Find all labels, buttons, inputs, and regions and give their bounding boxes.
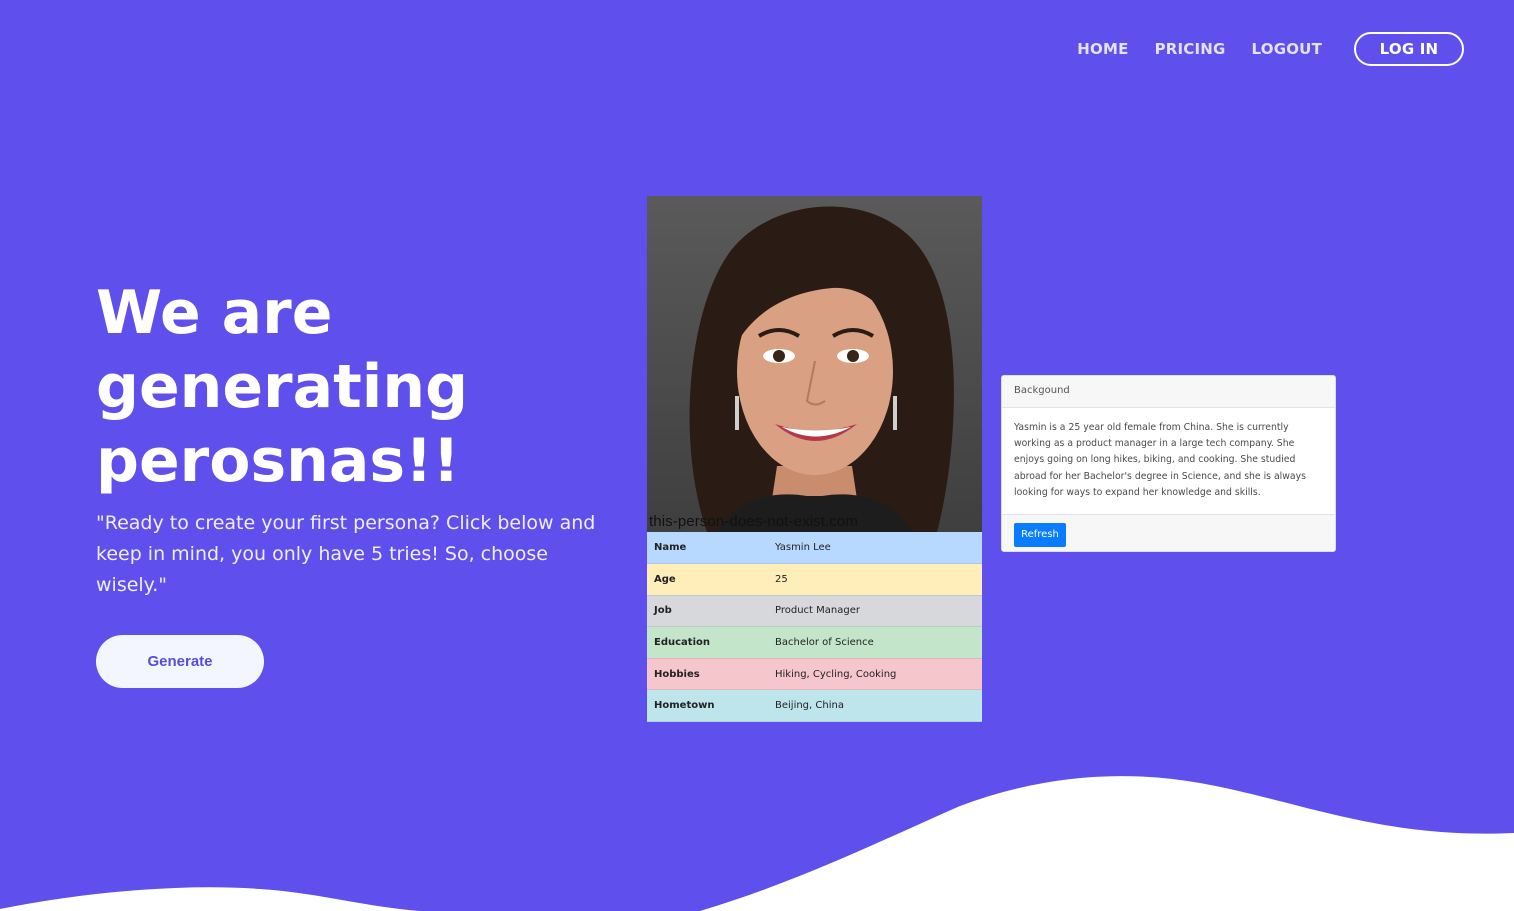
persona-attributes-table: Name Yasmin Lee Age 25 Job Product Manag… — [647, 532, 982, 723]
login-button[interactable]: LOG IN — [1354, 32, 1464, 66]
table-row: Job Product Manager — [647, 595, 982, 628]
attr-education-value: Bachelor of Science — [768, 626, 982, 659]
background-card-body: Yasmin is a 25 year old female from Chin… — [1014, 422, 1306, 498]
persona-photo: this-person-does-not-exist.com — [647, 196, 982, 532]
background-card-header: Backgound — [1002, 376, 1335, 408]
nav-home-link[interactable]: HOME — [1077, 40, 1128, 58]
table-row: Education Bachelor of Science — [647, 626, 982, 659]
attr-job-label: Job — [647, 595, 768, 628]
table-row: Hometown Beijing, China — [647, 689, 982, 723]
nav-logout-link[interactable]: LOGOUT — [1252, 40, 1322, 58]
attr-hometown-value: Beijing, China — [768, 689, 982, 723]
hero-title: We are generating perosnas!! — [96, 278, 469, 496]
generate-button[interactable]: Generate — [96, 635, 264, 688]
background-card: Backgound Yasmin is a 25 year old female… — [1001, 375, 1336, 552]
table-row: Name Yasmin Lee — [647, 532, 982, 565]
attr-job-value: Product Manager — [768, 595, 982, 628]
hero-subtitle: "Ready to create your first persona? Cli… — [96, 512, 596, 596]
photo-watermark: this-person-does-not-exist.com — [649, 513, 858, 530]
table-row: Hobbies Hiking, Cycling, Cooking — [647, 658, 982, 691]
attr-hometown-label: Hometown — [647, 689, 768, 723]
table-row: Age 25 — [647, 563, 982, 596]
nav-pricing-link[interactable]: PRICING — [1155, 40, 1226, 58]
bottom-wave-decoration — [0, 776, 1514, 911]
refresh-button[interactable]: Refresh — [1014, 522, 1066, 547]
attr-age-value: 25 — [768, 563, 982, 596]
attr-age-label: Age — [647, 563, 768, 596]
portrait-illustration — [689, 206, 954, 532]
attr-name-value: Yasmin Lee — [768, 532, 982, 565]
attr-education-label: Education — [647, 626, 768, 659]
top-nav: HOME PRICING LOGOUT LOG IN — [1051, 32, 1464, 66]
background-card-footer: Refresh — [1002, 514, 1335, 551]
attr-hobbies-label: Hobbies — [647, 658, 768, 691]
attr-name-label: Name — [647, 532, 768, 565]
attr-hobbies-value: Hiking, Cycling, Cooking — [768, 658, 982, 691]
